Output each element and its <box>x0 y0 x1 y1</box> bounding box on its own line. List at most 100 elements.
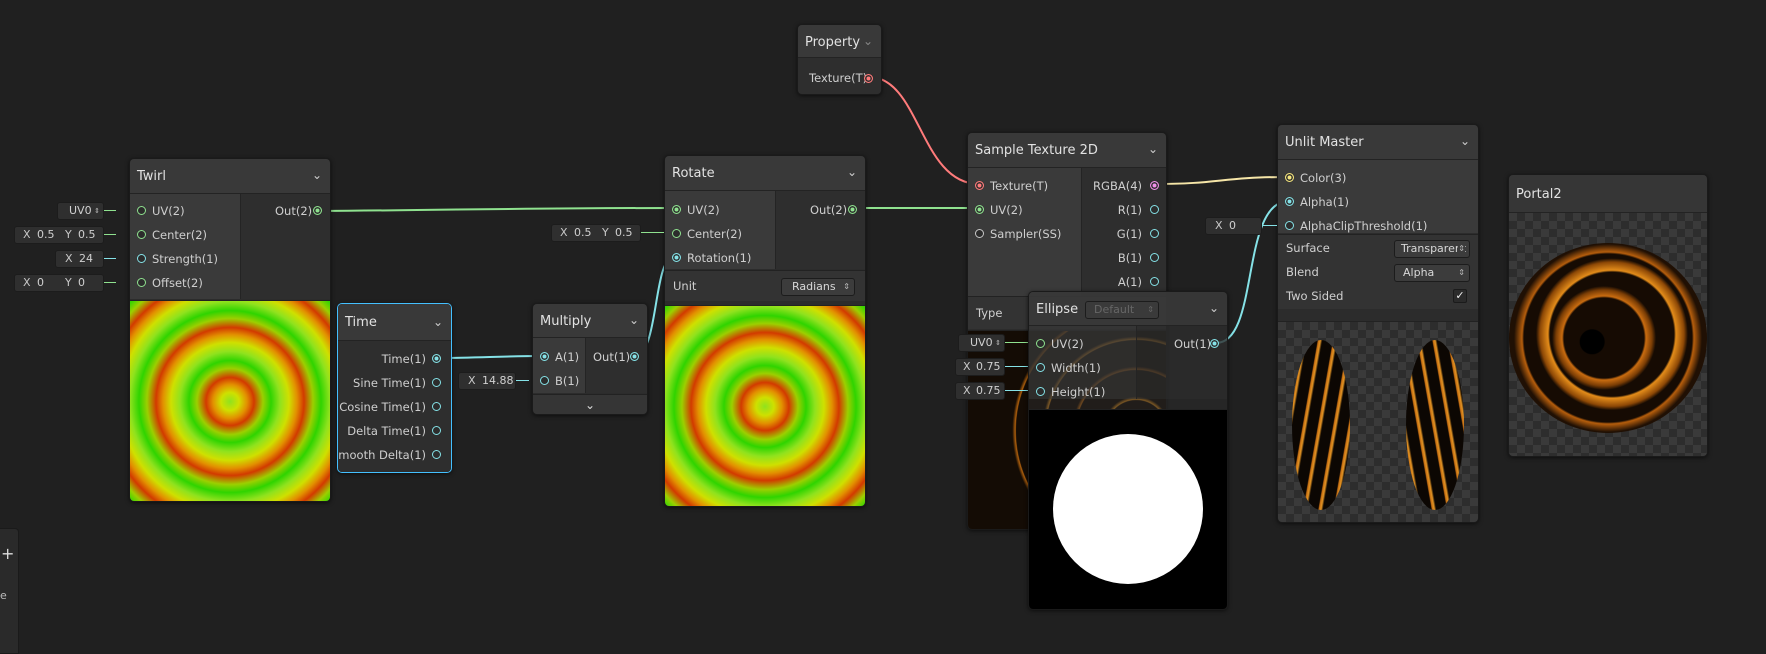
node-header[interactable]: Unlit Master ⌄ <box>1278 125 1478 160</box>
ellipse-shape <box>1053 434 1203 584</box>
node-header[interactable]: Property ⌄ <box>798 25 881 58</box>
out-output-port[interactable] <box>313 206 322 215</box>
rotate-center-field[interactable]: X 0.5 Y 0.5 <box>551 224 641 242</box>
strength-input-port[interactable] <box>137 254 146 263</box>
alpha-clip-input-port[interactable] <box>1285 221 1294 230</box>
blend-dropdown[interactable]: Alpha ⇕ <box>1394 264 1470 282</box>
wire-property-sample <box>868 76 980 185</box>
center-input-port[interactable] <box>672 229 681 238</box>
property-node[interactable]: Property ⌄ Texture(T) <box>797 24 882 95</box>
ellipse-mode-dropdown[interactable]: Default ⇕ <box>1085 301 1159 319</box>
chevron-down-icon[interactable]: ⌄ <box>629 313 639 327</box>
out-output-port[interactable] <box>1210 339 1219 348</box>
node-header[interactable]: Ellipse Default ⇕ ⌄ <box>1029 292 1227 326</box>
time-node[interactable]: Time ⌄ Time(1) Sine Time(1) Cosine Time(… <box>337 303 452 473</box>
texture-input-label: Texture(T) <box>990 179 1049 193</box>
alpha-clip-field[interactable]: X 0 <box>1205 217 1262 235</box>
unlit-master-preview <box>1278 321 1478 522</box>
center-input-label: Center(2) <box>687 227 742 241</box>
smooth-delta-output-port[interactable] <box>432 450 441 459</box>
unlit-master-node[interactable]: Unlit Master ⌄ Color(3) Alpha(1) AlphaCl… <box>1277 124 1479 523</box>
settings-panel: Surface Transparent ⇕ Blend Alpha ⇕ Two … <box>1278 234 1478 309</box>
chevron-down-icon[interactable]: ⌄ <box>433 315 443 329</box>
twirl-strength-field[interactable]: X 24 <box>55 250 104 268</box>
out-output-port[interactable] <box>848 205 857 214</box>
texture-output-label: Texture(T) <box>809 71 868 85</box>
center-input-port[interactable] <box>137 230 146 239</box>
add-button[interactable]: + <box>1 544 14 563</box>
rgba-output-label: RGBA(4) <box>1093 179 1142 193</box>
time-output-label: Time(1) <box>381 352 426 366</box>
node-header[interactable]: Rotate ⌄ <box>665 156 865 191</box>
sine-time-output-port[interactable] <box>432 378 441 387</box>
height-input-label: Height(1) <box>1051 385 1106 399</box>
multiply-b-field[interactable]: X 14.88 <box>458 372 516 390</box>
out-output-label: Out(1) <box>593 350 631 364</box>
unit-dropdown[interactable]: Radians ⇕ <box>781 278 855 296</box>
twirl-node[interactable]: Twirl ⌄ UV(2) Center(2) Strength(1) Offs… <box>129 158 331 502</box>
a-output-label: A(1) <box>1117 275 1142 289</box>
a-output-port[interactable] <box>1150 277 1159 286</box>
portal2-preview-window[interactable]: Portal2 <box>1508 174 1708 457</box>
multiply-node[interactable]: Multiply ⌄ A(1) B(1) Out(1) ⌄ <box>532 303 648 415</box>
cosine-time-output-port[interactable] <box>432 402 441 411</box>
twirl-offset-field[interactable]: X 0 Y 0 <box>14 274 104 292</box>
alpha-input-port[interactable] <box>1285 197 1294 206</box>
node-header[interactable]: Sample Texture 2D ⌄ <box>968 133 1166 168</box>
b-input-port[interactable] <box>540 376 549 385</box>
alpha-clip-input-label: AlphaClipThreshold(1) <box>1300 219 1428 233</box>
delta-time-output-port[interactable] <box>432 426 441 435</box>
b-output-port[interactable] <box>1150 253 1159 262</box>
node-header[interactable]: Multiply ⌄ <box>533 304 647 338</box>
chevron-down-icon[interactable]: ⌄ <box>312 168 322 182</box>
uv-input-port[interactable] <box>137 206 146 215</box>
width-input-label: Width(1) <box>1051 361 1101 375</box>
offset-input-port[interactable] <box>137 278 146 287</box>
node-title: Time <box>345 315 377 330</box>
ellipse-node[interactable]: Ellipse Default ⇕ ⌄ UV(2) Width(1) Heigh… <box>1028 291 1228 610</box>
rotate-node[interactable]: Rotate ⌄ UV(2) Center(2) Rotation(1) Out… <box>664 155 866 507</box>
two-sided-checkbox[interactable]: ✓ <box>1453 289 1467 303</box>
height-input-port[interactable] <box>1036 387 1045 396</box>
uv-input-port[interactable] <box>975 205 984 214</box>
node-header[interactable]: Time ⌄ <box>338 304 451 341</box>
chevron-down-icon[interactable]: ⌄ <box>863 34 873 48</box>
rgba-output-port[interactable] <box>1150 181 1159 190</box>
offset-input-label: Offset(2) <box>152 276 203 290</box>
expand-toggle[interactable]: ⌄ <box>533 394 647 414</box>
ellipse-uv-dropdown[interactable]: UV0 ⇕ <box>958 334 1005 352</box>
sampler-input-port[interactable] <box>975 229 984 238</box>
node-header[interactable]: Twirl ⌄ <box>130 159 330 194</box>
node-header[interactable]: Portal2 <box>1509 175 1707 213</box>
cosine-time-output-label: Cosine Time(1) <box>339 400 426 414</box>
rotation-input-port[interactable] <box>672 253 681 262</box>
time-output-port[interactable] <box>432 354 441 363</box>
ellipse-height-field[interactable]: X 0.75 <box>955 382 1005 400</box>
a-input-port[interactable] <box>540 352 549 361</box>
chevron-down-icon[interactable]: ⌄ <box>1148 142 1158 156</box>
surface-dropdown[interactable]: Transparent ⇕ <box>1394 240 1470 258</box>
blend-label: Blend <box>1286 265 1319 279</box>
twirl-uv-dropdown[interactable]: UV0 ⇕ <box>57 202 104 220</box>
width-input-port[interactable] <box>1036 363 1045 372</box>
ellipse-width-field[interactable]: X 0.75 <box>955 358 1005 376</box>
unit-label: Unit <box>673 279 697 293</box>
g-output-port[interactable] <box>1150 229 1159 238</box>
chevron-down-icon[interactable]: ⌄ <box>1209 301 1219 315</box>
texture-input-port[interactable] <box>975 181 984 190</box>
twirl-center-field[interactable]: X 0.5 Y 0.5 <box>14 226 104 244</box>
uv-input-label: UV(2) <box>152 204 185 218</box>
uv-input-port[interactable] <box>672 205 681 214</box>
out-output-port[interactable] <box>630 352 639 361</box>
partial-label: e <box>0 589 7 602</box>
r-output-port[interactable] <box>1150 205 1159 214</box>
portal2-preview <box>1509 213 1707 456</box>
uv-input-port[interactable] <box>1036 339 1045 348</box>
chevron-down-icon[interactable]: ⌄ <box>1460 134 1470 148</box>
dropdown-arrow-icon: ⇕ <box>1458 241 1465 257</box>
chevron-down-icon[interactable]: ⌄ <box>847 165 857 179</box>
b-input-label: B(1) <box>555 374 580 388</box>
out-output-label: Out(1) <box>1174 337 1212 351</box>
texture-output-port[interactable] <box>864 74 873 83</box>
color-input-port[interactable] <box>1285 173 1294 182</box>
